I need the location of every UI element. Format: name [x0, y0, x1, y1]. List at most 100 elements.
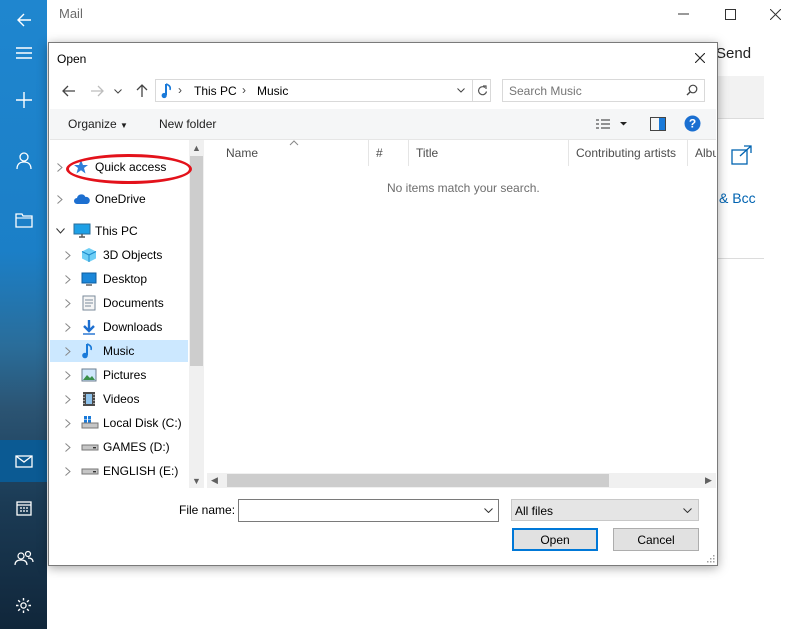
column-title[interactable]: Title — [409, 140, 569, 166]
breadcrumb-music[interactable]: Music — [257, 84, 288, 98]
nav-item-label: OneDrive — [95, 192, 146, 206]
column-name[interactable]: Name — [207, 140, 369, 166]
cancel-button[interactable]: Cancel — [613, 528, 699, 551]
dialog-close-icon[interactable] — [689, 47, 711, 69]
chevron-right-icon[interactable] — [63, 369, 73, 381]
chevron-right-icon[interactable] — [63, 441, 73, 453]
recent-locations-chevron-icon[interactable] — [111, 80, 125, 102]
new-folder-button[interactable]: New folder — [159, 117, 216, 131]
send-button[interactable]: Send — [716, 45, 751, 62]
chevron-right-icon[interactable] — [63, 321, 73, 333]
hamburger-menu-icon[interactable] — [0, 33, 47, 73]
nav-item-quick-access[interactable]: Quick access — [50, 156, 188, 178]
navigation-pane: Quick access OneDrive This PC 3D Objects Des… — [50, 140, 206, 488]
gear-icon[interactable] — [0, 585, 47, 625]
address-dropdown-icon[interactable] — [452, 80, 470, 101]
dialog-title: Open — [57, 52, 87, 66]
nav-item-label: GAMES (D:) — [103, 440, 170, 454]
up-folder-icon[interactable] — [131, 80, 153, 102]
search-input[interactable] — [509, 83, 679, 98]
divider — [717, 258, 764, 259]
nav-item-games-d[interactable]: GAMES (D:) — [50, 436, 188, 458]
minimize-icon[interactable] — [660, 0, 706, 28]
cc-bcc-link[interactable]: & Bcc — [719, 190, 756, 206]
nav-item-label: Pictures — [103, 368, 147, 382]
pictures-icon — [81, 367, 97, 383]
refresh-icon[interactable] — [472, 80, 491, 101]
nav-item-onedrive[interactable]: OneDrive — [50, 188, 188, 210]
nav-item-label: Videos — [103, 392, 140, 406]
column-album[interactable]: Album — [688, 140, 716, 166]
chevron-right-icon[interactable] — [63, 345, 73, 357]
scroll-left-icon[interactable]: ◀ — [207, 473, 222, 488]
svg-text:?: ? — [689, 117, 696, 131]
chevron-right-icon[interactable] — [63, 249, 73, 261]
nav-item-label: This PC — [95, 224, 138, 238]
nav-item-label: 3D Objects — [103, 248, 163, 262]
nav-item-pictures[interactable]: Pictures — [50, 364, 188, 386]
popout-icon[interactable] — [731, 145, 753, 168]
file-name-input[interactable] — [243, 503, 471, 518]
app-title: Mail — [59, 6, 83, 21]
chevron-right-icon[interactable] — [63, 393, 73, 405]
scroll-up-icon[interactable]: ▲ — [189, 140, 204, 155]
nav-item-3d-objects[interactable]: 3D Objects — [50, 244, 188, 266]
nav-item-label: Music — [103, 344, 135, 358]
file-list-scrollbar[interactable]: ◀ ▶ — [207, 473, 716, 488]
nav-item-videos[interactable]: Videos — [50, 388, 188, 410]
chevron-right-icon[interactable] — [55, 161, 65, 173]
scroll-right-icon[interactable]: ▶ — [701, 473, 716, 488]
column-number[interactable]: # — [369, 140, 409, 166]
scroll-down-icon[interactable]: ▼ — [189, 473, 204, 488]
nav-item-local-disk-c[interactable]: Local Disk (C:) — [50, 412, 188, 434]
organize-button[interactable]: Organize ▼ — [68, 117, 128, 131]
chevron-right-icon[interactable] — [63, 465, 73, 477]
folder-icon[interactable] — [0, 200, 47, 240]
resize-grip-icon[interactable] — [705, 553, 715, 563]
chevron-right-icon[interactable] — [63, 273, 73, 285]
address-bar[interactable]: › This PC › Music — [155, 79, 491, 102]
help-icon[interactable]: ? — [684, 115, 701, 135]
maximize-icon[interactable] — [707, 0, 753, 28]
navigation-scrollbar[interactable]: ▲ ▼ — [189, 140, 204, 488]
drive-icon — [81, 463, 99, 479]
file-type-select[interactable]: All files — [511, 499, 699, 521]
cube-icon — [81, 247, 97, 263]
mail-icon[interactable] — [0, 440, 47, 482]
close-icon[interactable] — [752, 0, 798, 28]
search-box[interactable] — [502, 79, 705, 102]
view-options-icon[interactable] — [595, 118, 633, 133]
back-icon[interactable] — [58, 80, 80, 102]
nav-item-english-e[interactable]: ENGLISH (E:) — [50, 460, 188, 482]
people-icon[interactable] — [0, 538, 47, 578]
nav-item-downloads[interactable]: Downloads — [50, 316, 188, 338]
chevron-right-icon[interactable] — [63, 417, 73, 429]
nav-item-music[interactable]: Music — [50, 340, 188, 362]
documents-icon — [81, 295, 97, 311]
file-type-dropdown-icon[interactable] — [680, 502, 694, 519]
calendar-icon[interactable] — [0, 488, 47, 528]
column-contributing-artists[interactable]: Contributing artists — [569, 140, 688, 166]
open-button[interactable]: Open — [512, 528, 598, 551]
star-icon — [73, 159, 89, 175]
file-name-field[interactable] — [238, 499, 499, 522]
chevron-right-icon[interactable] — [63, 297, 73, 309]
scroll-thumb[interactable] — [227, 474, 609, 487]
nav-item-this-pc[interactable]: This PC — [50, 220, 188, 242]
nav-item-documents[interactable]: Documents — [50, 292, 188, 314]
app-rail — [0, 0, 47, 629]
file-name-dropdown-icon[interactable] — [480, 502, 496, 519]
forward-icon[interactable] — [86, 80, 108, 102]
plus-icon[interactable] — [0, 80, 47, 120]
person-icon[interactable] — [0, 141, 47, 181]
breadcrumb-separator-icon: › — [178, 83, 182, 97]
preview-pane-icon[interactable] — [650, 117, 666, 134]
chevron-right-icon[interactable] — [55, 193, 65, 205]
scroll-thumb[interactable] — [190, 156, 203, 366]
chevron-down-icon[interactable] — [55, 225, 65, 237]
divider — [717, 118, 764, 119]
nav-item-label: Local Disk (C:) — [103, 416, 182, 430]
breadcrumb-this-pc[interactable]: This PC — [194, 84, 237, 98]
nav-item-desktop[interactable]: Desktop — [50, 268, 188, 290]
search-icon[interactable] — [686, 84, 698, 99]
